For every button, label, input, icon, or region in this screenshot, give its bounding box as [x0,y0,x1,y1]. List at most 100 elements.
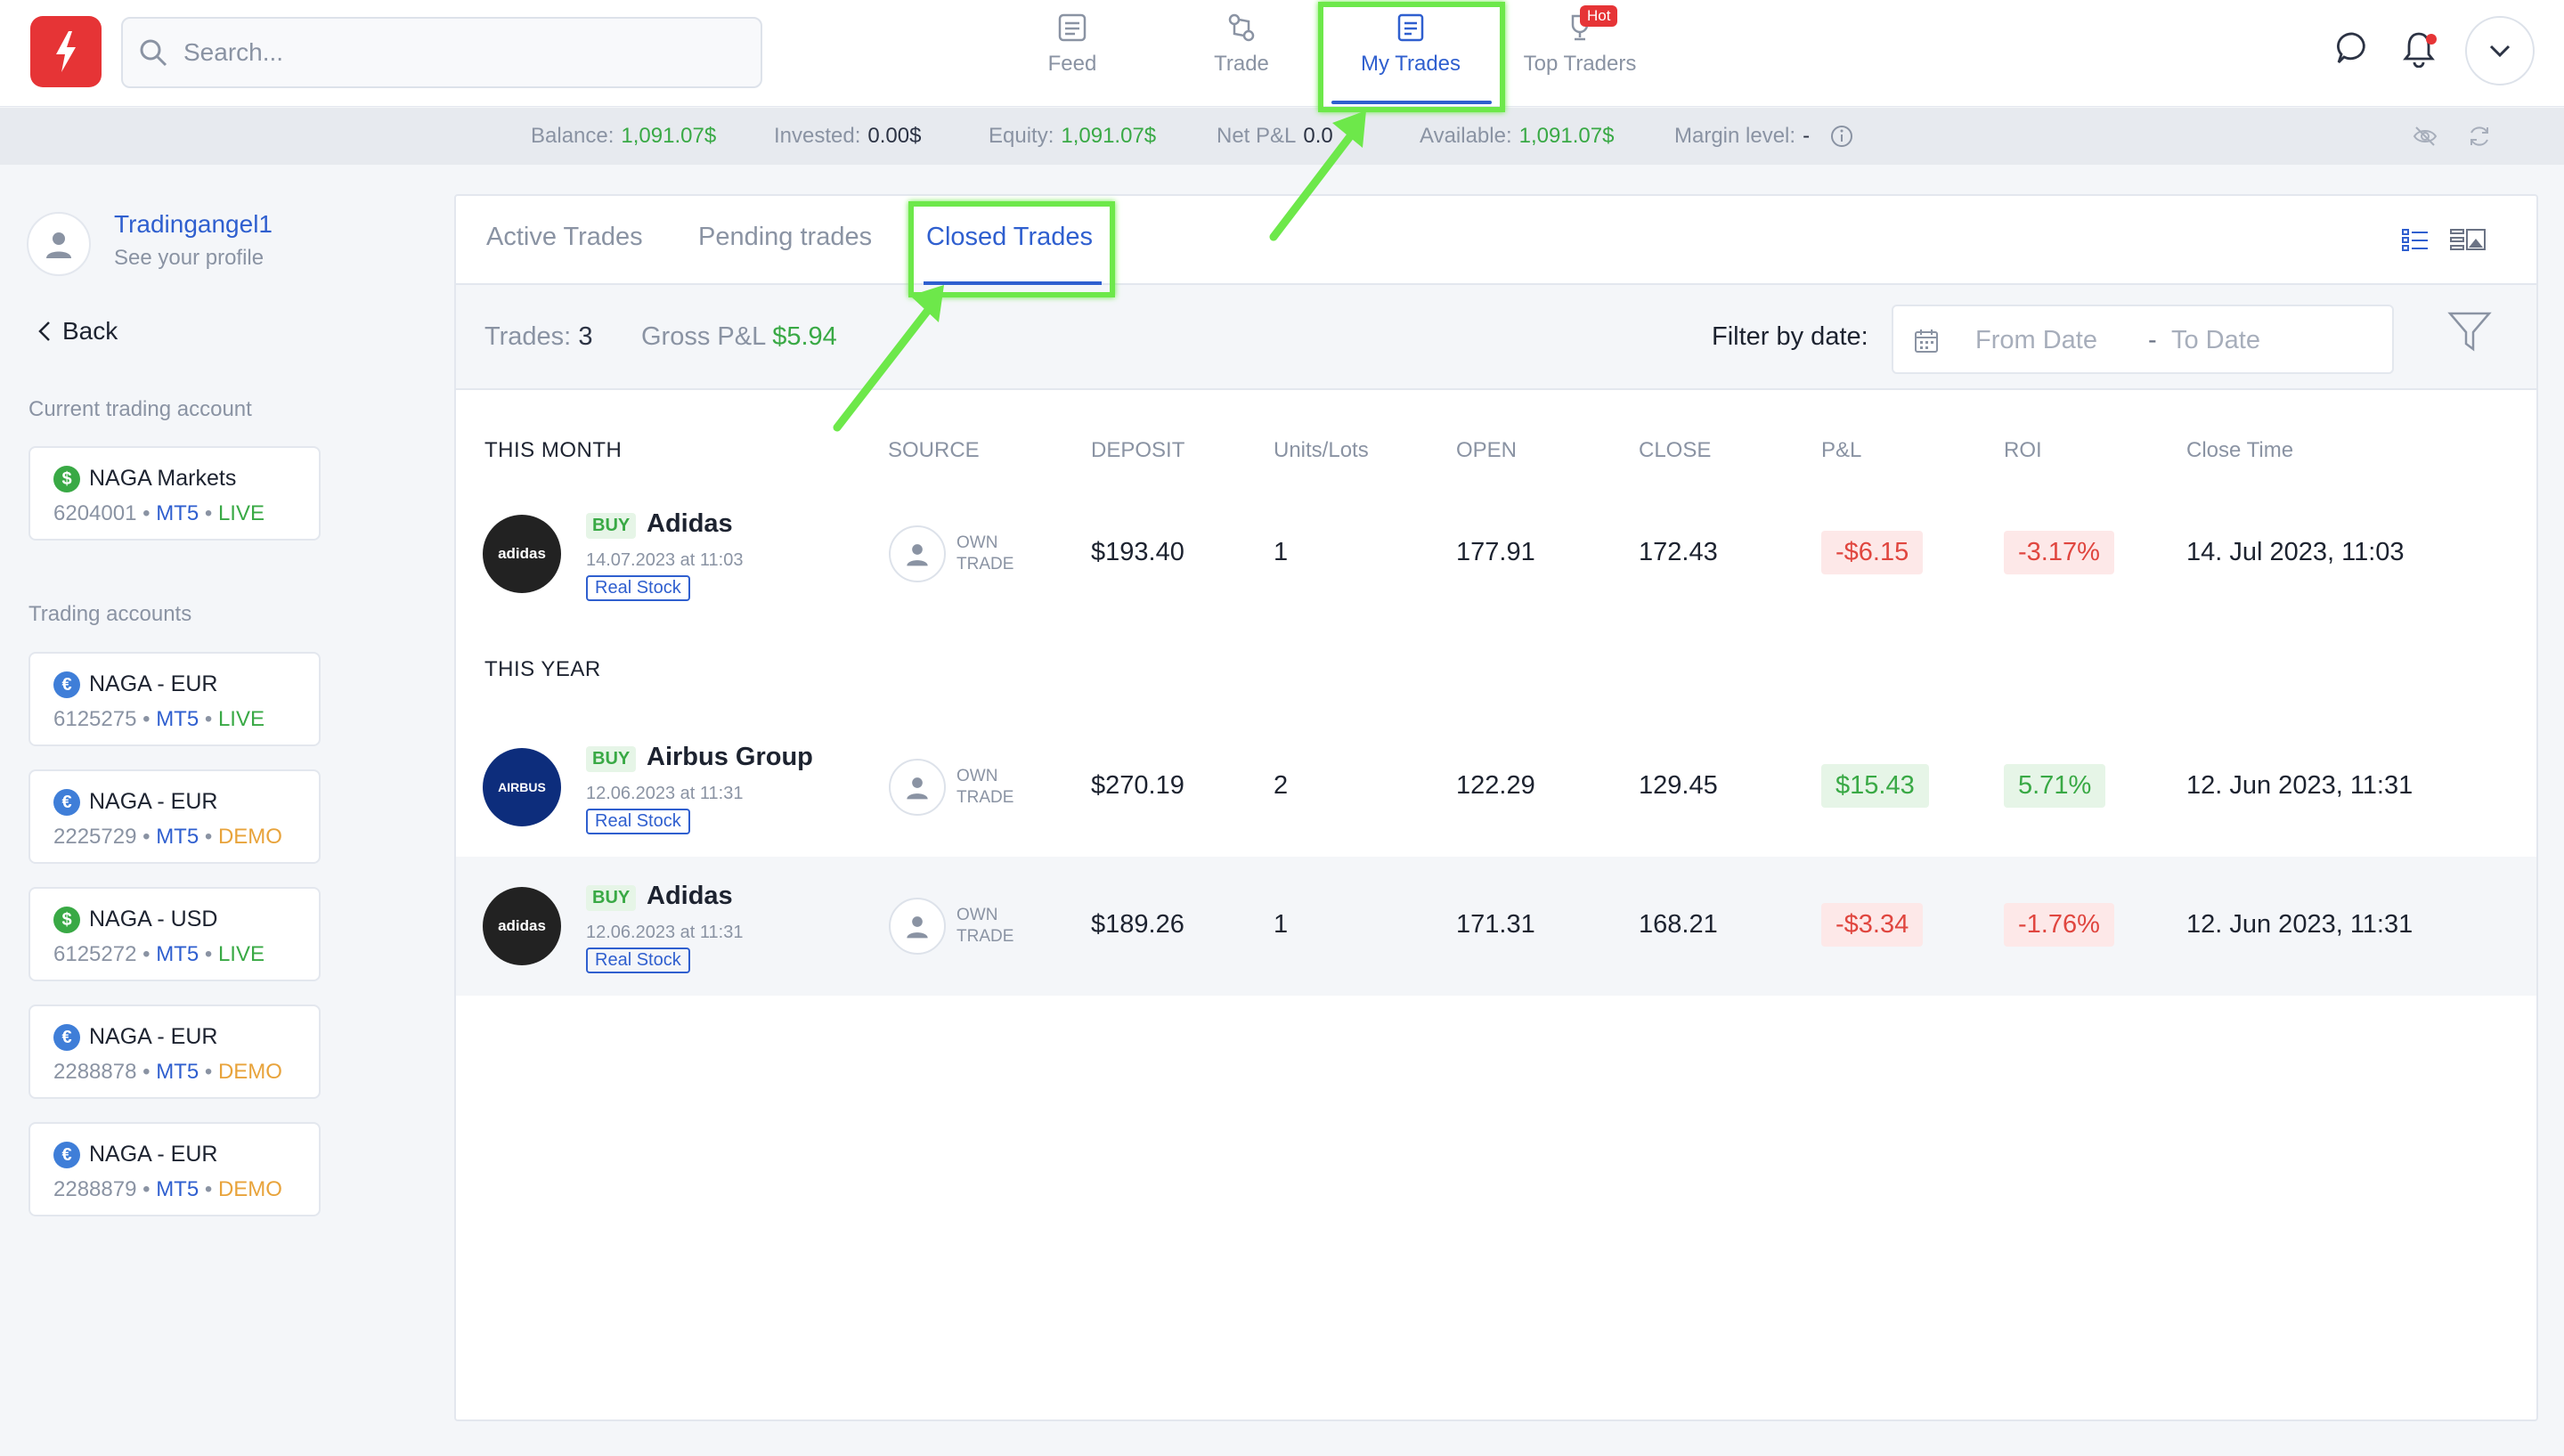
back-label: Back [62,317,118,345]
account-card[interactable]: € NAGA - EUR 2225729 • MT5 • DEMO [28,769,321,864]
nav-trade-label: Trade [1214,52,1269,76]
euro-icon: € [53,1142,80,1168]
margin-level-stat: Margin level: - [1674,124,1811,148]
source-text: OWN TRADE [956,767,1014,807]
adidas-logo: adidas [483,887,561,965]
account-meta: 6204001 • MT5 • LIVE [53,501,265,525]
source-text: OWN TRADE [956,906,1014,946]
col-roi: ROI [2004,438,2042,462]
card-view-icon[interactable] [2449,226,2487,255]
dollar-icon: $ [53,466,80,492]
col-close-time: Close Time [2186,438,2294,462]
account-meta: 6125272 • MT5 • LIVE [53,942,265,966]
search-input[interactable] [183,38,718,67]
info-icon[interactable] [1829,124,1854,149]
filter-bar: Trades: 3 Gross P&L $5.94 Filter by date… [456,285,2536,390]
euro-icon: € [53,1024,80,1051]
close-value: 172.43 [1639,538,1718,566]
deposit-value: $270.19 [1091,771,1184,800]
close-time-value: 12. Jun 2023, 11:31 [2186,771,2413,800]
trade-date: 14.07.2023 at 11:03 [586,550,744,570]
account-card[interactable]: € NAGA - EUR 2288878 • MT5 • DEMO [28,1005,321,1099]
account-card[interactable]: € NAGA - EUR 2288879 • MT5 • DEMO [28,1122,321,1216]
annotation-arrows [833,110,1366,432]
side-badge: BUY [586,513,637,539]
trades-panel: Active Trades Pending trades Closed Trad… [454,194,2538,1421]
trade-row[interactable]: adidas BUY Adidas 12.06.2023 at 11:31 Re… [456,857,2536,996]
user-icon [46,232,71,258]
user-icon [907,777,928,800]
annotation-box-my-trades [1318,2,1505,112]
flame-icon [56,31,76,72]
account-name: NAGA Markets [89,466,237,491]
nav-feed-label: Feed [1047,52,1097,76]
user-icon [907,544,928,566]
from-date-input[interactable]: From Date [1975,326,2097,355]
dollar-icon: $ [53,907,80,933]
this-month-header: THIS MONTH [484,438,623,462]
list-view-icon[interactable] [2401,226,2430,255]
pl-value: -$3.34 [1821,903,1924,947]
airbus-logo: AIRBUS [483,748,561,826]
sidebar: Tradingangel1 See your profile Back Curr… [0,166,445,1456]
side-badge: BUY [586,746,637,772]
date-range-picker[interactable]: From Date - To Date [1892,305,2394,374]
account-card[interactable]: € NAGA - EUR 6125275 • MT5 • LIVE [28,652,321,746]
account-meta: 6125275 • MT5 • LIVE [53,707,265,731]
account-card[interactable]: $ NAGA - USD 6125272 • MT5 • LIVE [28,887,321,981]
side-badge: BUY [586,885,637,911]
account-name: NAGA - USD [89,907,218,931]
calendar-icon [1915,329,1938,353]
col-close: CLOSE [1639,438,1712,462]
nav-trade[interactable]: Trade [1161,12,1322,102]
current-account-card[interactable]: $ NAGA Markets 6204001 • MT5 • LIVE [28,446,321,541]
open-value: 177.91 [1456,538,1535,566]
nav-top-traders[interactable]: Top Traders [1500,12,1660,102]
naga-logo[interactable] [30,16,102,87]
source-avatar [889,898,946,955]
refresh-icon[interactable] [2467,124,2492,149]
col-open: OPEN [1456,438,1518,462]
nav-feed[interactable]: Feed [992,12,1152,102]
nav-top-traders-label: Top Traders [1523,52,1637,76]
tab-active-trades[interactable]: Active Trades [486,223,643,252]
chat-icon[interactable] [2335,30,2371,66]
account-menu-button[interactable] [2465,16,2535,85]
trading-accounts-title: Trading accounts [28,602,192,626]
pl-value: $15.43 [1821,764,1929,808]
instrument-name: Adidas [647,882,733,910]
profile-name[interactable]: Tradingangel1 [114,210,273,239]
instrument-tag: Real Stock [586,809,690,834]
roi-value: -3.17% [2004,531,2114,574]
account-meta: 2288879 • MT5 • DEMO [53,1177,282,1201]
profile-avatar[interactable] [27,212,91,276]
close-value: 129.45 [1639,771,1718,800]
trade-row[interactable]: adidas BUY Adidas 14.07.2023 at 11:03 Re… [456,484,2536,623]
instrument-tag: Real Stock [586,575,690,601]
open-value: 122.29 [1456,771,1535,800]
to-date-input[interactable]: To Date [2171,326,2260,355]
account-name: NAGA - EUR [89,789,218,814]
hide-eye-icon[interactable] [2412,124,2438,149]
search-box[interactable] [121,17,762,88]
see-profile-link[interactable]: See your profile [114,246,264,271]
account-name: NAGA - EUR [89,1024,218,1049]
instrument-name: Airbus Group [647,743,813,771]
trade-row[interactable]: AIRBUS BUY Airbus Group 12.06.2023 at 11… [456,718,2536,857]
pl-value: -$6.15 [1821,531,1924,574]
instrument-tag: Real Stock [586,948,690,973]
trade-icon [1228,13,1255,42]
this-year-header: THIS YEAR [484,657,601,681]
current-account-title: Current trading account [28,397,252,421]
date-separator: - [2148,326,2157,354]
units-value: 2 [1274,771,1289,800]
balance-stat: Balance: 1,091.07$ [531,124,717,148]
back-button[interactable]: Back [37,317,118,346]
units-value: 1 [1274,910,1289,939]
euro-icon: € [53,789,80,816]
filter-funnel-icon[interactable] [2447,310,2492,354]
account-meta: 2225729 • MT5 • DEMO [53,825,282,849]
source-avatar [889,759,946,816]
close-time-value: 12. Jun 2023, 11:31 [2186,910,2413,939]
deposit-value: $193.40 [1091,538,1184,566]
